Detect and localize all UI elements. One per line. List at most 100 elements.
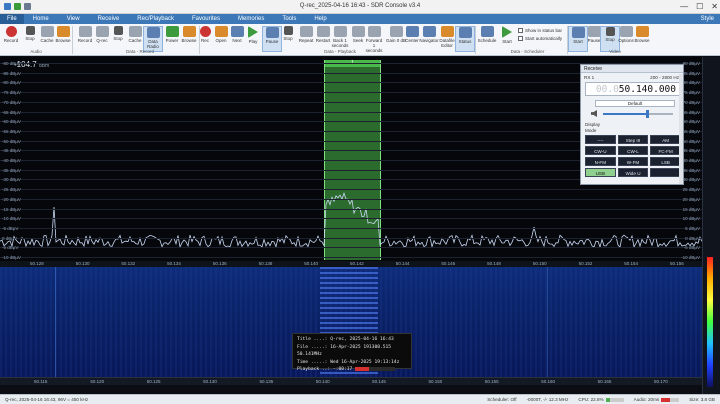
stop-icon <box>113 26 123 35</box>
mode-button[interactable]: Step III <box>617 135 649 144</box>
minimize-button[interactable]: — <box>680 2 688 11</box>
scheduler-start-button[interactable]: Start <box>497 26 517 44</box>
navigator-button[interactable]: Navigator <box>419 26 439 43</box>
volume-slider-knob[interactable] <box>646 110 650 118</box>
mode-button[interactable]: FC-FM <box>650 146 681 155</box>
db-label-left: -20 dBµV <box>2 196 21 202</box>
status-level: -0000T, -/- 12.3 MHz <box>526 397 569 402</box>
db-label-right: 55 dBµV <box>682 128 700 134</box>
audio-gauge-fill <box>661 397 671 402</box>
frequency-tick: 50.130 <box>75 261 90 266</box>
mode-button[interactable]: CW-U <box>585 146 616 155</box>
db-label-right: 90 dBµV <box>682 61 700 66</box>
mode-button[interactable]: AM <box>650 135 681 144</box>
maximize-button[interactable]: ☐ <box>696 2 703 11</box>
start-automatically-checkbox[interactable]: Start automatically <box>518 36 562 41</box>
mode-button[interactable]: N-FM <box>585 157 616 166</box>
status-scheduler: Scheduler: Off <box>487 397 517 402</box>
grid-line <box>0 208 702 210</box>
browse-icon <box>635 26 649 37</box>
status-cpu: CPU: 22.8% <box>573 397 628 402</box>
volume-slider[interactable] <box>603 113 673 115</box>
rec-icon <box>199 26 211 37</box>
db-label-left: -10 dBµV <box>2 216 21 222</box>
db-label-right: -5 dBµV <box>683 245 700 251</box>
datafile-editor-button[interactable]: Datafile Editor <box>437 26 457 48</box>
mode-button[interactable]: ---- <box>585 135 616 144</box>
preset-select[interactable]: Default <box>595 100 675 107</box>
play-button[interactable]: Play <box>243 26 263 44</box>
db-label-left: -75 dBµV <box>2 90 21 96</box>
status-recording: Q-rec, 2025-04-16 16:43, 96V = 450 kHz <box>5 397 89 402</box>
checkbox-box <box>518 28 523 33</box>
menu-rec-playback[interactable]: Rec/Playback <box>128 14 183 24</box>
play-icon <box>248 26 258 38</box>
db-label-left: -80 dBµV <box>2 61 21 66</box>
mode-button[interactable]: Wide U <box>617 168 649 177</box>
receive-panel-title: Receive <box>581 65 683 73</box>
playback-stop-button[interactable]: Stop <box>278 26 298 41</box>
status-button[interactable]: Status <box>455 26 475 52</box>
receive-panel-scrollbar[interactable] <box>679 74 683 184</box>
record-icon <box>78 26 92 37</box>
restart-icon <box>316 26 330 37</box>
menu-memories[interactable]: Memories <box>229 14 273 24</box>
db-label-left: -15 dBµV <box>2 206 21 212</box>
browse-icon <box>56 26 70 37</box>
volume-slider-fill <box>603 113 647 115</box>
menu-tools[interactable]: Tools <box>273 14 305 24</box>
display-label: Display <box>585 122 601 127</box>
db-label-left: -40 dBµV <box>2 158 21 163</box>
record-button[interactable]: Record <box>1 26 21 43</box>
next-icon <box>230 26 244 37</box>
pause-icon <box>265 27 279 38</box>
menu-file[interactable]: File <box>0 14 24 24</box>
db-label-left: -5 dBµV <box>2 245 19 251</box>
status-bar: Q-rec, 2025-04-16 16:43, 96V = 450 kHz S… <box>0 394 720 404</box>
db-label-right: 85 dBµV <box>682 70 700 76</box>
back-button[interactable]: Back 1 seconds <box>330 26 350 48</box>
mode-button[interactable]: USB <box>585 168 616 177</box>
browse-button[interactable]: Browse <box>53 26 73 43</box>
group-data-record: Data - Record <box>125 49 154 54</box>
schedule-button[interactable]: Schedule <box>477 26 497 43</box>
close-button[interactable]: ✕ <box>711 2 718 11</box>
mode-button[interactable]: CW-L <box>617 146 649 155</box>
db-label-left: -65 dBµV <box>2 109 21 115</box>
menu-favourites[interactable]: Favourites <box>183 14 229 24</box>
frequency-display[interactable]: 00.050.140.000 <box>585 82 681 96</box>
menu-view[interactable]: View <box>58 14 89 24</box>
group-data-scheduler: Data - Scheduler <box>510 49 545 54</box>
db-label-right: 40 dBµV <box>682 158 700 163</box>
playback-file: File .....: 16-Apr-2025 191300.515 50.14… <box>297 344 392 358</box>
show-in-status-bar-checkbox[interactable]: Show in status bar <box>518 28 562 33</box>
db-label-right: 0 dBµV <box>685 235 700 241</box>
data-cache-button[interactable]: Cache <box>125 26 145 43</box>
frequency-tick: 50.145 <box>372 379 386 384</box>
ribbon: Record Stop Cache Browse Audio Record Q-… <box>0 24 720 56</box>
video-browse-button[interactable]: Browse <box>632 26 652 43</box>
playback-time: Time .....: Wed 16-Apr-2025 19:13:14z <box>297 359 400 365</box>
db-label-left: -60 dBµV <box>2 119 21 125</box>
record-icon <box>5 26 17 37</box>
menu-help[interactable]: Help <box>305 14 335 24</box>
frequency-tick: 50.115 <box>34 379 48 384</box>
filter-range: 200 - 2800 Hz <box>650 75 679 80</box>
menu-home[interactable]: Home <box>24 14 58 24</box>
status-icon <box>458 27 472 38</box>
repeat-icon <box>299 26 313 37</box>
frequency-tick: 50.150 <box>428 379 443 384</box>
mode-button[interactable]: LSB <box>650 157 681 166</box>
speaker-icon[interactable] <box>591 110 597 117</box>
style-menu[interactable]: Style <box>701 16 720 22</box>
playback-progress-bar[interactable] <box>355 366 396 371</box>
mode-button[interactable]: W-FM <box>617 157 649 166</box>
db-label-left: -5 dBµV <box>2 225 19 231</box>
mode-button[interactable] <box>650 168 681 177</box>
db-label-right: 65 dBµV <box>682 109 700 115</box>
db-label-right: 80 dBµV <box>682 80 700 86</box>
menu-receive[interactable]: Receive <box>89 14 129 24</box>
frequency-tick: 50.140 <box>304 261 319 266</box>
db-label-right: 20 dBµV <box>682 196 700 202</box>
db-label-left: -55 dBµV <box>2 128 21 134</box>
